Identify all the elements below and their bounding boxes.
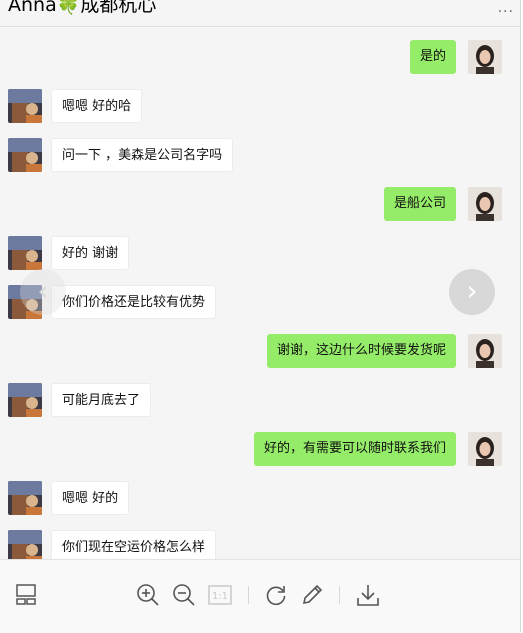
edit-icon[interactable]: [299, 582, 325, 608]
zoom-out-icon[interactable]: [171, 582, 197, 608]
message-row: 问一下 ，美森是公司名字吗: [0, 138, 520, 176]
thumbnail-icon[interactable]: [14, 582, 40, 608]
message-row: 好的，有需要可以随时联系我们: [0, 432, 520, 470]
toolbar-divider: [248, 586, 249, 604]
contact-avatar: [8, 89, 42, 123]
message-row: 是的: [0, 40, 520, 78]
contact-avatar: [8, 138, 42, 172]
message-row: 嗯嗯 好的: [0, 481, 520, 519]
previous-image-button[interactable]: ‹: [20, 269, 66, 315]
message-row: 可能月底去了: [0, 383, 520, 421]
my-avatar: [468, 334, 502, 368]
sent-message-bubble: 谢谢，这边什么时候要发货呢: [266, 334, 456, 368]
contact-avatar: [8, 383, 42, 417]
sent-message-bubble: 好的，有需要可以随时联系我们: [253, 432, 456, 466]
my-avatar: [468, 432, 502, 466]
contact-avatar: [8, 530, 42, 559]
message-row: 你们现在空运价格怎么样: [0, 530, 520, 559]
message-row: 你们价格还是比较有优势: [0, 285, 520, 323]
message-row: 谢谢，这边什么时候要发货呢: [0, 334, 520, 372]
received-message-bubble: 你们价格还是比较有优势: [51, 285, 217, 319]
rotate-icon[interactable]: [263, 582, 289, 608]
sent-message-bubble: 是的: [409, 40, 456, 74]
zoom-in-icon[interactable]: [135, 582, 161, 608]
message-row: 是船公司: [0, 187, 520, 225]
message-row: 嗯嗯 好的哈: [0, 89, 520, 127]
message-row: 好的 谢谢: [0, 236, 520, 274]
image-viewer-window: Anna🍀成都杭心 ··· 是的 嗯嗯 好的哈 问一下 ，美森是公司名字吗 是船…: [0, 0, 521, 633]
actual-size-label: 1:1: [212, 591, 228, 602]
received-message-bubble: 问一下 ，美森是公司名字吗: [51, 138, 234, 172]
received-message-bubble: 嗯嗯 好的: [51, 481, 130, 515]
toolbar-divider: [339, 586, 340, 604]
chat-message-list: 是的 嗯嗯 好的哈 问一下 ，美森是公司名字吗 是船公司 好的 谢谢 你们价格还…: [0, 26, 520, 559]
chat-title: Anna🍀成都杭心: [8, 0, 157, 16]
chat-header: Anna🍀成都杭心 ···: [0, 0, 520, 27]
more-icon[interactable]: ···: [498, 4, 514, 20]
received-message-bubble: 你们现在空运价格怎么样: [51, 530, 217, 559]
download-icon[interactable]: [355, 582, 381, 608]
sent-message-bubble: 是船公司: [383, 187, 456, 221]
actual-size-icon[interactable]: 1:1: [207, 582, 233, 608]
viewer-toolbar: 1:1: [0, 559, 520, 633]
received-message-bubble: 可能月底去了: [51, 383, 152, 417]
contact-avatar: [8, 481, 42, 515]
received-message-bubble: 嗯嗯 好的哈: [51, 89, 143, 123]
my-avatar: [468, 187, 502, 221]
next-image-button[interactable]: ›: [449, 269, 495, 315]
contact-avatar: [8, 236, 42, 270]
my-avatar: [468, 40, 502, 74]
received-message-bubble: 好的 谢谢: [51, 236, 130, 270]
